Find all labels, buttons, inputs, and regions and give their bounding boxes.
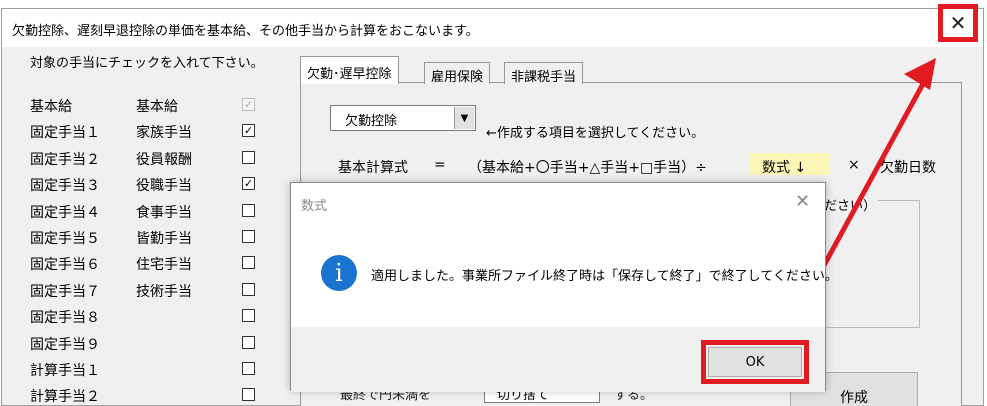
dialog-title: 数式 xyxy=(301,199,328,214)
select-hint: ←作成する項目を選択してください。 xyxy=(486,126,705,141)
allowance-name: 基本給 xyxy=(136,99,178,115)
close-icon: ✕ xyxy=(949,11,967,35)
info-icon: i xyxy=(321,255,357,291)
formula-equals: = xyxy=(434,157,446,173)
message-dialog: 数式 ✕ i 適用しました。事業所ファイル終了時は「保存して終了」で終了してくだ… xyxy=(290,182,838,392)
chevron-down-icon[interactable]: ▼ xyxy=(454,107,474,129)
allowance-code: 固定手当１ xyxy=(30,125,100,142)
allowance-code: 固定手当３ xyxy=(30,178,100,195)
dialog-footer: OK xyxy=(291,327,825,392)
allowance-code: 計算手当１ xyxy=(30,363,100,379)
allowance-code: 固定手当７ xyxy=(30,283,100,300)
window-title: 欠勤控除、遅刻早退控除の単価を基本給、その他手当から計算をおこないます。 xyxy=(12,24,479,39)
allowance-checkbox[interactable] xyxy=(242,203,255,217)
allowance-checkbox[interactable] xyxy=(242,282,255,296)
allowance-name: 役職手当 xyxy=(136,178,192,195)
allowance-checkbox[interactable] xyxy=(242,230,255,243)
allowance-checkbox[interactable] xyxy=(242,388,255,402)
allowance-checkbox[interactable] xyxy=(242,335,255,349)
dialog-message: 適用しました。事業所ファイル終了時は「保存して終了」で終了してください。 xyxy=(371,269,838,284)
allowance-name: 住宅手当 xyxy=(136,257,192,274)
formula-expression: （基本給+〇手当+△手当+□手当）÷ xyxy=(468,160,707,176)
allowance-name: 家族手当 xyxy=(136,125,192,142)
allowance-code: 固定手当５ xyxy=(30,231,100,247)
allowance-code: 固定手当２ xyxy=(30,151,100,168)
allowance-name: 食事手当 xyxy=(136,204,192,221)
formula-button-label[interactable]: 数式 ↓ xyxy=(762,157,806,177)
allowance-checkbox[interactable]: ✓ xyxy=(242,124,255,138)
dialog-close-icon[interactable]: ✕ xyxy=(795,191,810,212)
ok-button[interactable]: OK xyxy=(708,347,802,377)
allowance-checkbox[interactable]: ✓ xyxy=(242,177,255,191)
allowance-code: 固定手当４ xyxy=(30,204,100,221)
window-close-button[interactable]: ✕ xyxy=(938,4,978,42)
allowance-code: 固定手当９ xyxy=(30,336,100,353)
tab-nontaxable-allowance[interactable]: 非課税手当 xyxy=(504,62,584,85)
item-select[interactable]: 欠勤控除 ▼ xyxy=(330,105,476,131)
instruction-text: 対象の手当にチェックを入れて下さい。 xyxy=(30,56,264,71)
allowance-checkbox[interactable] xyxy=(242,309,255,323)
allowance-code: 固定手当８ xyxy=(30,310,100,327)
title-bar: 欠勤控除、遅刻早退控除の単価を基本給、その他手当から計算をおこないます。 xyxy=(2,9,983,47)
item-select-value: 欠勤控除 xyxy=(345,114,398,129)
allowance-name: 役員報酬 xyxy=(136,151,192,168)
formula-days: 欠勤日数 xyxy=(880,160,936,176)
ok-highlight: OK xyxy=(701,340,809,384)
allowance-name: 技術手当 xyxy=(136,283,192,300)
group-label: ださい） xyxy=(822,195,879,214)
allowance-code: 固定手当６ xyxy=(30,257,100,274)
tab-absence-deduction[interactable]: 欠勤･遅早控除 xyxy=(300,56,399,84)
allowance-checkbox[interactable] xyxy=(242,150,255,164)
allowance-checkbox[interactable] xyxy=(242,256,255,270)
allowance-code: 基本給 xyxy=(30,99,72,115)
allowance-checkbox[interactable] xyxy=(242,362,255,375)
formula-label: 基本計算式 xyxy=(338,160,408,176)
allowance-code: 計算手当２ xyxy=(30,389,100,406)
tab-employment-insurance[interactable]: 雇用保険 xyxy=(424,62,491,85)
formula-times: × xyxy=(848,157,860,173)
allowance-name: 皆勤手当 xyxy=(136,231,192,247)
allowance-checkbox: ✓ xyxy=(242,98,255,111)
